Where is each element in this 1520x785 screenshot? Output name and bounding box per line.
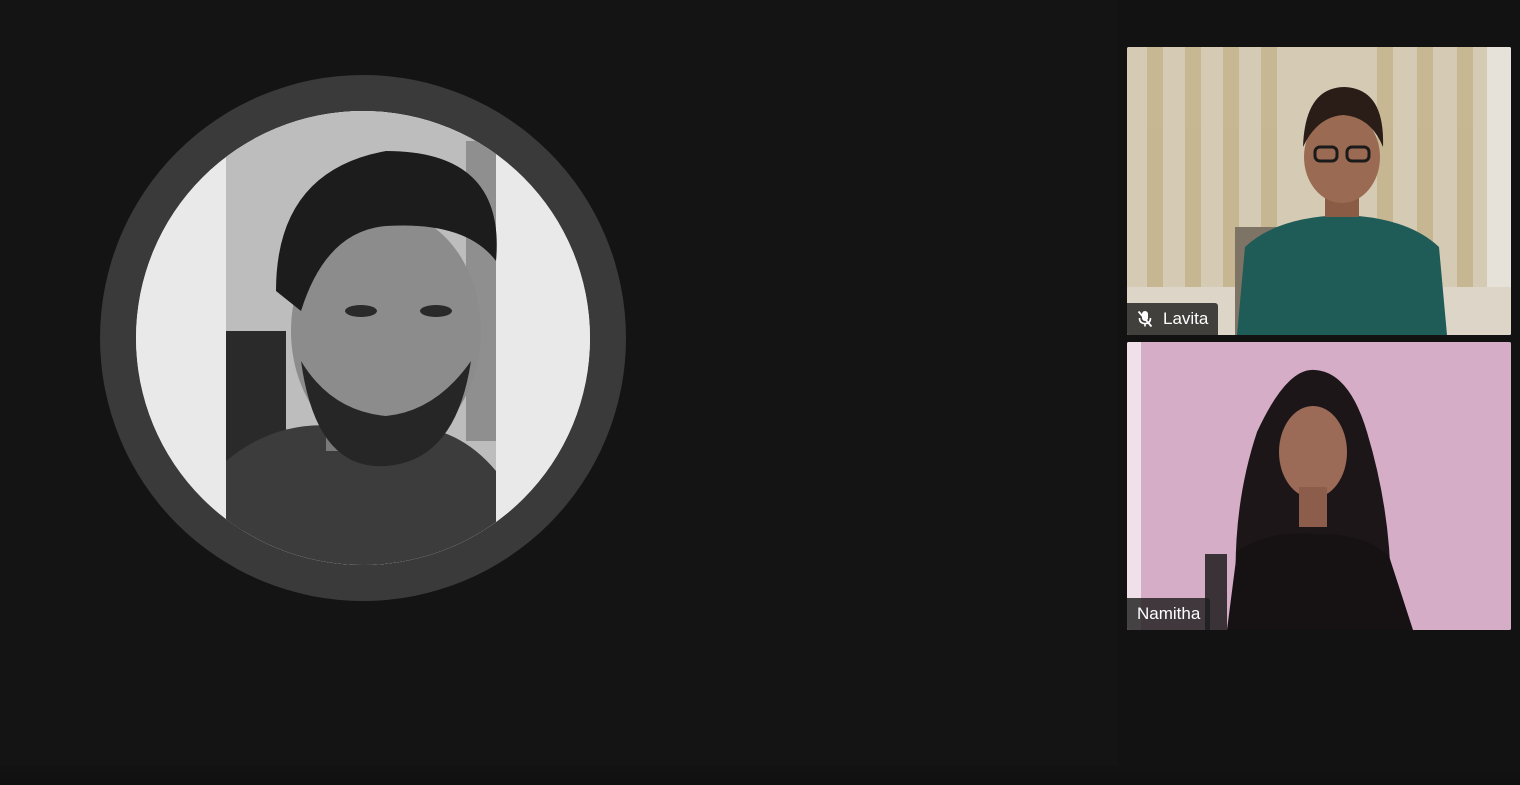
mic-off-icon bbox=[1137, 310, 1153, 328]
participant-name-tag: Namitha bbox=[1127, 598, 1211, 630]
participant-tile-namitha[interactable]: Namitha bbox=[1127, 342, 1511, 630]
participant-video-namitha bbox=[1127, 342, 1511, 630]
participant-name: Namitha bbox=[1137, 604, 1201, 623]
main-stage bbox=[0, 0, 1118, 785]
bottom-shade bbox=[0, 765, 1520, 785]
presenter-avatar-ring bbox=[100, 75, 626, 601]
participant-name: Lavita bbox=[1163, 309, 1209, 328]
participant-tile-lavita[interactable]: Lavita bbox=[1127, 47, 1511, 335]
participant-video-lavita bbox=[1127, 47, 1511, 335]
participant-name-tag: Lavita bbox=[1127, 303, 1219, 335]
presenter-photo bbox=[136, 111, 590, 565]
presenter-avatar[interactable] bbox=[136, 111, 590, 565]
